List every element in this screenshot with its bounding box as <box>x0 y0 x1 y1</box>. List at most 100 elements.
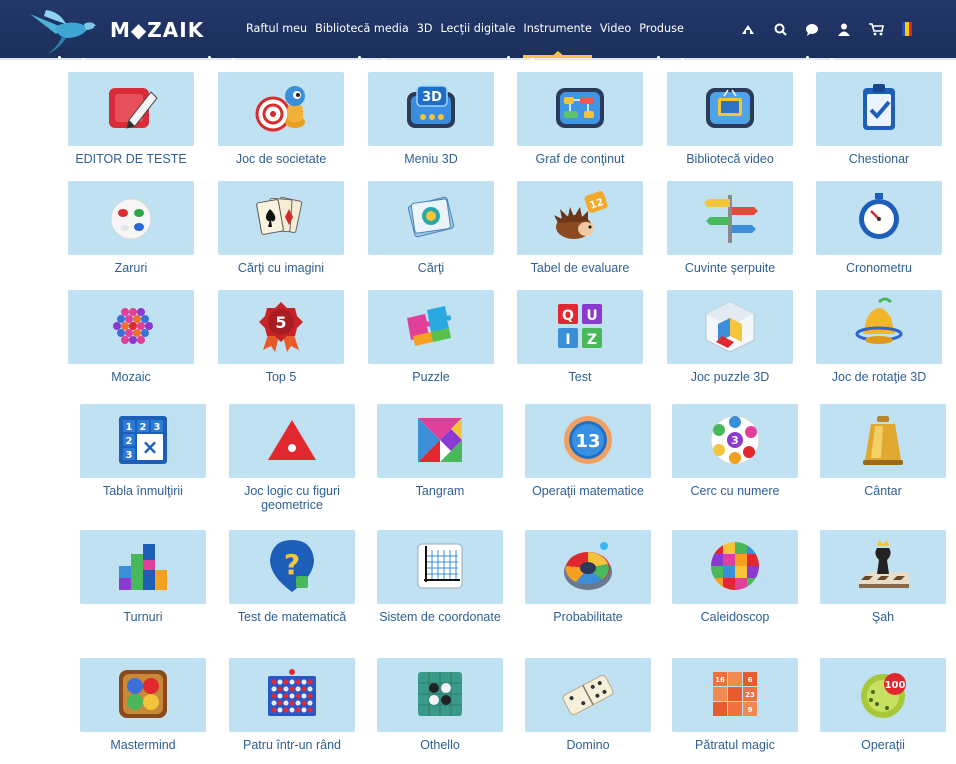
more-options-icon[interactable] <box>58 56 61 67</box>
more-options-icon[interactable] <box>219 642 222 653</box>
svg-text:13: 13 <box>575 431 600 452</box>
nav-raftul-meu[interactable]: Raftul meu <box>246 0 307 58</box>
rotation-3d-icon <box>855 297 903 344</box>
tool-label: Sistem de coordonate <box>379 610 501 624</box>
more-options-icon[interactable] <box>806 274 809 285</box>
nav-produse[interactable]: Produse <box>639 0 684 58</box>
tool-label: Cronometru <box>846 261 912 275</box>
more-options-icon[interactable] <box>367 388 370 399</box>
more-options-icon[interactable] <box>58 274 61 285</box>
more-options-icon[interactable] <box>507 274 510 285</box>
scale-weight-icon <box>863 416 903 465</box>
cart-icon[interactable] <box>868 21 884 37</box>
board-game-icon <box>255 86 305 132</box>
more-options-icon[interactable] <box>367 642 370 653</box>
mozaik-logo[interactable]: M◆ZAIK <box>26 4 236 56</box>
geometric-logic-icon <box>268 420 316 460</box>
tool-label: Cărţi cu imagini <box>237 261 325 275</box>
tool-label: Top 5 <box>265 370 297 384</box>
tool-label: Graf de conţinut <box>535 152 625 166</box>
account-lock-icon[interactable] <box>740 21 756 37</box>
nav-3d[interactable]: 3D <box>417 0 433 58</box>
mosaic-icon <box>113 308 153 344</box>
menu-3d-icon: 3D <box>407 85 455 128</box>
language-flag-icon[interactable] <box>902 22 912 36</box>
content-graph-icon <box>556 88 604 128</box>
othello-icon <box>418 672 462 716</box>
more-options-icon[interactable] <box>515 514 518 525</box>
svg-text:U: U <box>586 308 597 324</box>
domino-icon <box>562 674 614 716</box>
more-options-icon[interactable] <box>219 514 222 525</box>
more-options-icon[interactable] <box>515 642 518 653</box>
more-options-icon[interactable] <box>810 642 813 653</box>
nav-lectii-digitale[interactable]: Lecţii digitale <box>441 0 516 58</box>
tangram-icon <box>418 418 462 462</box>
more-options-icon[interactable] <box>358 56 361 67</box>
puzzle-3d-icon <box>705 301 755 353</box>
tool-label: Puzzle <box>412 370 450 384</box>
more-options-icon[interactable] <box>358 274 361 285</box>
tool-label: Joc puzzle 3D <box>690 370 770 384</box>
more-options-icon[interactable] <box>208 274 211 285</box>
tool-label: Operaţii <box>861 738 905 752</box>
tool-label: Bibliotecă video <box>686 152 774 166</box>
chat-icon[interactable] <box>804 21 820 37</box>
puzzle-icon <box>407 306 451 346</box>
more-options-icon[interactable] <box>662 642 665 653</box>
coordinate-system-icon <box>417 543 463 589</box>
svg-text:9: 9 <box>748 706 753 714</box>
magic-square-icon: 16 6 23 9 <box>713 672 757 716</box>
nav-video[interactable]: Video <box>600 0 631 58</box>
more-options-icon[interactable] <box>810 514 813 525</box>
svg-text:3: 3 <box>731 434 739 447</box>
tool-label: Probabilitate <box>553 610 623 624</box>
more-options-icon[interactable] <box>806 56 809 67</box>
tool-label: Cântar <box>864 484 902 498</box>
more-options-icon[interactable] <box>367 514 370 525</box>
svg-text:2: 2 <box>140 422 147 433</box>
tool-label: Tangram <box>415 484 465 498</box>
more-options-icon[interactable] <box>657 165 660 176</box>
towers-icon <box>119 544 167 590</box>
more-options-icon[interactable] <box>70 642 73 653</box>
svg-text:Z: Z <box>587 332 597 348</box>
svg-text:2: 2 <box>126 436 133 447</box>
more-options-icon[interactable] <box>219 388 222 399</box>
svg-text:5: 5 <box>275 313 286 332</box>
math-test-icon: ? <box>270 540 314 592</box>
svg-text:I: I <box>565 332 570 348</box>
more-options-icon[interactable] <box>70 514 73 525</box>
tool-label: Othello <box>420 738 460 752</box>
tool-label: Mastermind <box>110 738 176 752</box>
more-options-icon[interactable] <box>58 165 61 176</box>
stopwatch-icon <box>859 193 899 239</box>
more-options-icon[interactable] <box>657 56 660 67</box>
more-options-icon[interactable] <box>208 56 211 67</box>
more-options-icon[interactable] <box>507 165 510 176</box>
more-options-icon[interactable] <box>515 388 518 399</box>
four-in-a-row-icon <box>268 669 316 716</box>
tool-label: Cuvinte şerpuite <box>684 261 776 275</box>
tool-label: Cărţi <box>417 261 445 275</box>
mastermind-icon <box>119 670 167 718</box>
more-options-icon[interactable] <box>657 274 660 285</box>
svg-text:1: 1 <box>126 422 133 433</box>
more-options-icon[interactable] <box>208 165 211 176</box>
probability-wheel-icon <box>564 542 612 590</box>
search-icon[interactable] <box>772 21 788 37</box>
nav-biblioteca-media[interactable]: Bibliotecă media <box>315 0 409 58</box>
more-options-icon[interactable] <box>70 388 73 399</box>
user-icon[interactable] <box>836 21 852 37</box>
nav-instrumente[interactable]: Instrumente <box>523 0 593 58</box>
more-options-icon[interactable] <box>507 56 510 67</box>
more-options-icon[interactable] <box>662 514 665 525</box>
svg-text:3: 3 <box>154 422 161 433</box>
quiz-icon: Q U I Z <box>558 304 602 348</box>
more-options-icon[interactable] <box>358 165 361 176</box>
more-options-icon[interactable] <box>662 388 665 399</box>
kaleidoscope-icon <box>711 542 759 590</box>
dice-icon <box>110 198 152 240</box>
more-options-icon[interactable] <box>810 388 813 399</box>
more-options-icon[interactable] <box>806 165 809 176</box>
